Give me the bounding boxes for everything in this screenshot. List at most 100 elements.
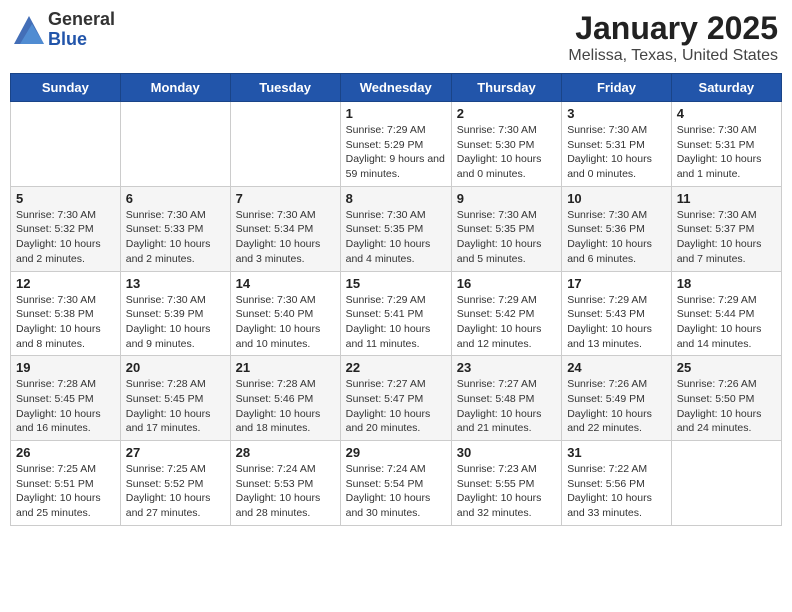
day-number: 22 [346, 360, 446, 375]
calendar-cell: 27Sunrise: 7:25 AMSunset: 5:52 PMDayligh… [120, 441, 230, 526]
calendar-week-4: 19Sunrise: 7:28 AMSunset: 5:45 PMDayligh… [11, 356, 782, 441]
weekday-header-friday: Friday [562, 74, 672, 102]
cell-text-line: Sunset: 5:50 PM [677, 392, 776, 407]
cell-text-line: Daylight: 10 hours and 2 minutes. [126, 237, 225, 266]
cell-text-line: Daylight: 10 hours and 0 minutes. [567, 152, 666, 181]
day-number: 1 [346, 106, 446, 121]
day-number: 3 [567, 106, 666, 121]
cell-text-line: Sunrise: 7:28 AM [126, 377, 225, 392]
cell-text-line: Sunrise: 7:30 AM [346, 208, 446, 223]
calendar-cell: 4Sunrise: 7:30 AMSunset: 5:31 PMDaylight… [671, 102, 781, 187]
calendar-cell: 24Sunrise: 7:26 AMSunset: 5:49 PMDayligh… [562, 356, 672, 441]
calendar-cell: 22Sunrise: 7:27 AMSunset: 5:47 PMDayligh… [340, 356, 451, 441]
cell-text-line: Sunrise: 7:24 AM [236, 462, 335, 477]
calendar-week-1: 1 Sunrise: 7:29 AMSunset: 5:29 PM Daylight… [11, 102, 782, 187]
cell-text-line: Sunrise: 7:29 AM [457, 293, 556, 308]
cell-text-line: Sunset: 5:38 PM [16, 307, 115, 322]
calendar-cell: 2Sunrise: 7:30 AMSunset: 5:30 PMDaylight… [451, 102, 561, 187]
cell-text-line: Sunset: 5:39 PM [126, 307, 225, 322]
cell-text-line: Sunrise: 7:30 AM [126, 208, 225, 223]
weekday-header-saturday: Saturday [671, 74, 781, 102]
cell-text-line: Daylight: 10 hours and 4 minutes. [346, 237, 446, 266]
calendar-week-3: 12Sunrise: 7:30 AMSunset: 5:38 PMDayligh… [11, 271, 782, 356]
cell-text-line: Daylight: 10 hours and 17 minutes. [126, 407, 225, 436]
cell-text-line: Daylight: 10 hours and 33 minutes. [567, 491, 666, 520]
calendar-cell: 18Sunrise: 7:29 AMSunset: 5:44 PMDayligh… [671, 271, 781, 356]
day-number: 27 [126, 445, 225, 460]
cell-text-line: Daylight: 10 hours and 11 minutes. [346, 322, 446, 351]
calendar-cell: 12Sunrise: 7:30 AMSunset: 5:38 PMDayligh… [11, 271, 121, 356]
cell-text-line: Sunrise: 7:22 AM [567, 462, 666, 477]
day-number: 19 [16, 360, 115, 375]
day-number: 30 [457, 445, 556, 460]
calendar-cell: 29Sunrise: 7:24 AMSunset: 5:54 PMDayligh… [340, 441, 451, 526]
cell-text-line: Sunrise: 7:30 AM [236, 208, 335, 223]
cell-text-line: Daylight: 10 hours and 8 minutes. [16, 322, 115, 351]
calendar-cell: 7Sunrise: 7:30 AMSunset: 5:34 PMDaylight… [230, 186, 340, 271]
weekday-header-sunday: Sunday [11, 74, 121, 102]
calendar-cell: 21Sunrise: 7:28 AMSunset: 5:46 PMDayligh… [230, 356, 340, 441]
cell-text-line: Sunrise: 7:25 AM [16, 462, 115, 477]
calendar-cell [230, 102, 340, 187]
calendar-cell [120, 102, 230, 187]
cell-text-line: Sunset: 5:32 PM [16, 222, 115, 237]
cell-text-line: Sunrise: 7:30 AM [16, 208, 115, 223]
calendar-cell: 14Sunrise: 7:30 AMSunset: 5:40 PMDayligh… [230, 271, 340, 356]
cell-text-line: Daylight: 10 hours and 24 minutes. [677, 407, 776, 436]
title-block: January 2025 Melissa, Texas, United Stat… [568, 10, 778, 65]
cell-text-line: Sunset: 5:56 PM [567, 477, 666, 492]
page-title: January 2025 [568, 10, 778, 47]
cell-text-line: Sunrise: 7:29 AM [346, 293, 446, 308]
cell-text-line: Sunset: 5:45 PM [126, 392, 225, 407]
cell-text-line: Daylight: 10 hours and 10 minutes. [236, 322, 335, 351]
calendar-cell: 20 Sunrise: 7:28 AMSunset: 5:45 PMDayligh… [120, 356, 230, 441]
day-number: 11 [677, 191, 776, 206]
cell-text-line: Sunset: 5:48 PM [457, 392, 556, 407]
cell-text-line: Sunset: 5:44 PM [677, 307, 776, 322]
cell-text-line: Daylight: 10 hours and 3 minutes. [236, 237, 335, 266]
day-number: 12 [16, 276, 115, 291]
cell-text-line: Sunrise: 7:30 AM [457, 123, 556, 138]
weekday-header-row: SundayMondayTuesdayWednesdayThursdayFrid… [11, 74, 782, 102]
cell-text-line: Sunset: 5:29 PM [346, 138, 446, 153]
cell-text-line: Daylight: 10 hours and 27 minutes. [126, 491, 225, 520]
cell-text-line: Daylight: 10 hours and 20 minutes. [346, 407, 446, 436]
calendar-cell: 1Sunrise: 7:29 AMSunset: 5:29 PMDaylight… [340, 102, 451, 187]
calendar-cell: 9Sunrise: 7:30 AMSunset: 5:35 PMDaylight… [451, 186, 561, 271]
day-number: 9 [457, 191, 556, 206]
page-header: General Blue January 2025 Melissa, Texas… [10, 10, 782, 65]
calendar-cell: 26Sunrise: 7:25 AMSunset: 5:51 PMDayligh… [11, 441, 121, 526]
calendar-cell: 23Sunrise: 7:27 AMSunset: 5:48 PMDayligh… [451, 356, 561, 441]
cell-text-line: Daylight: 10 hours and 2 minutes. [16, 237, 115, 266]
day-number: 13 [126, 276, 225, 291]
day-number: 14 [236, 276, 335, 291]
cell-text-line: Sunset: 5:54 PM [346, 477, 446, 492]
logo-blue-text: Blue [48, 30, 115, 50]
day-number: 21 [236, 360, 335, 375]
cell-text-line: Sunrise: 7:25 AM [126, 462, 225, 477]
cell-text-line: Daylight: 10 hours and 28 minutes. [236, 491, 335, 520]
calendar-week-5: 26Sunrise: 7:25 AMSunset: 5:51 PMDayligh… [11, 441, 782, 526]
day-number: 6 [126, 191, 225, 206]
cell-text-line: Daylight: 10 hours and 1 minute. [677, 152, 776, 181]
cell-text-line: Sunset: 5:51 PM [16, 477, 115, 492]
cell-text-line: Daylight: 10 hours and 32 minutes. [457, 491, 556, 520]
day-number: 4 [677, 106, 776, 121]
cell-text-line: Sunrise: 7:29 AM [677, 293, 776, 308]
cell-text-line: Sunrise: 7:30 AM [677, 208, 776, 223]
day-number: 20 [126, 360, 225, 375]
cell-text-line: Daylight: 10 hours and 5 minutes. [457, 237, 556, 266]
cell-text-line: Sunset: 5:55 PM [457, 477, 556, 492]
cell-text-line: Daylight: 10 hours and 18 minutes. [236, 407, 335, 436]
cell-text-line: Daylight: 10 hours and 21 minutes. [457, 407, 556, 436]
calendar-cell: 25Sunrise: 7:26 AMSunset: 5:50 PMDayligh… [671, 356, 781, 441]
cell-text-line: Sunset: 5:37 PM [677, 222, 776, 237]
calendar-cell: 30Sunrise: 7:23 AMSunset: 5:55 PMDayligh… [451, 441, 561, 526]
day-number: 8 [346, 191, 446, 206]
day-number: 18 [677, 276, 776, 291]
calendar-cell: 5Sunrise: 7:30 AMSunset: 5:32 PMDaylight… [11, 186, 121, 271]
cell-text-line: Sunrise: 7:28 AM [236, 377, 335, 392]
cell-text-line: Sunrise: 7:29 AM [346, 123, 446, 138]
calendar-cell: 15Sunrise: 7:29 AMSunset: 5:41 PMDayligh… [340, 271, 451, 356]
day-number: 17 [567, 276, 666, 291]
